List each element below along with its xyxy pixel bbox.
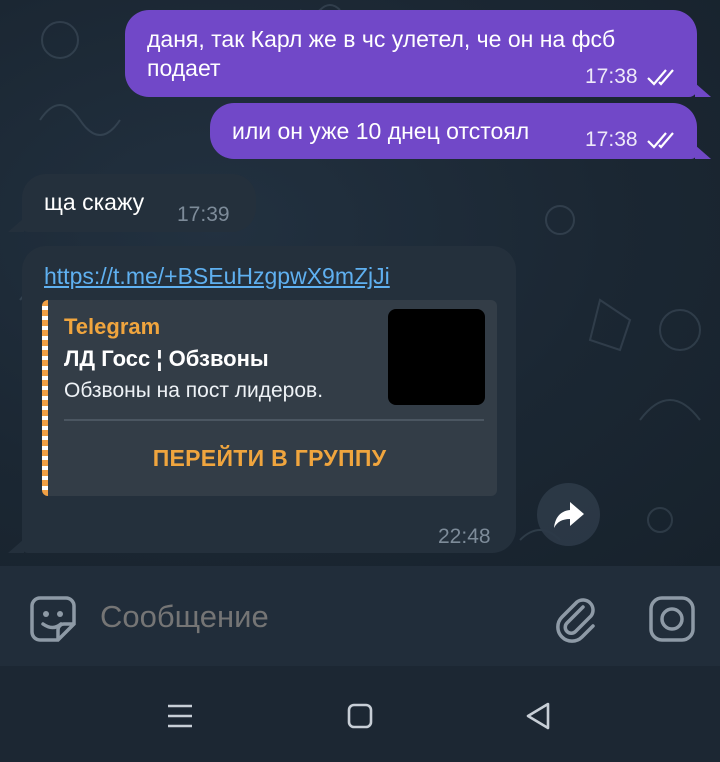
bubble-tail — [695, 83, 711, 97]
message-text: или он уже 10 днец отстоял — [232, 118, 530, 144]
join-group-button[interactable]: ПЕРЕЙТИ В ГРУППУ — [42, 421, 497, 496]
double-check-icon — [646, 68, 674, 86]
home-button[interactable] — [340, 698, 380, 734]
message-time: 17:38 — [585, 65, 638, 88]
share-button[interactable] — [537, 483, 600, 546]
message-input[interactable] — [100, 599, 520, 635]
message-text-line: даня, так Карл же в чс улетел, че он на … — [147, 26, 616, 52]
incoming-message[interactable]: ща скажу 17:39 — [22, 174, 256, 232]
message-time: 17:38 — [585, 128, 638, 151]
home-icon — [347, 703, 373, 729]
invite-link[interactable]: https://t.me/+BSEuHzgpwX9mZjJi — [44, 262, 390, 291]
outgoing-message[interactable]: даня, так Карл же в чс улетел, че он на … — [125, 10, 697, 97]
outgoing-message[interactable]: или он уже 10 днец отстоял 17:38 — [210, 103, 697, 159]
bubble-tail — [8, 218, 24, 232]
share-arrow-icon — [553, 501, 584, 528]
back-button[interactable] — [518, 698, 558, 734]
preview-site-name: Telegram — [64, 314, 161, 339]
sticker-emoji-icon — [30, 596, 76, 642]
message-meta: 17:38 — [585, 62, 680, 91]
message-composer — [0, 566, 720, 666]
bubble-tail — [8, 539, 24, 553]
message-meta: 22:48 — [438, 522, 491, 551]
back-icon — [526, 702, 550, 730]
message-text: ща скажу — [44, 189, 145, 215]
recent-apps-button[interactable] — [160, 698, 200, 734]
chat-area[interactable]: даня, так Карл же в чс улетел, че он на … — [0, 0, 720, 566]
recent-apps-icon — [168, 704, 192, 728]
link-preview-card[interactable]: Telegram ЛД Госс ¦ Обзвоны Обзвоны на по… — [42, 300, 497, 496]
double-check-icon — [646, 131, 674, 149]
system-navigation-bar — [0, 666, 720, 762]
preview-thumbnail — [388, 309, 485, 405]
bubble-tail — [695, 145, 711, 159]
incoming-link-message[interactable]: https://t.me/+BSEuHzgpwX9mZjJi Telegram … — [22, 246, 516, 553]
message-meta: 17:39 — [177, 200, 230, 229]
message-time: 17:39 — [177, 203, 230, 226]
preview-description: Обзвоны на пост лидеров. — [64, 379, 324, 402]
emoji-button[interactable] — [28, 594, 78, 644]
preview-title: ЛД Госс ¦ Обзвоны — [64, 346, 269, 371]
camera-icon — [649, 596, 695, 642]
message-time: 22:48 — [438, 525, 491, 548]
attach-button[interactable] — [552, 594, 602, 644]
camera-button[interactable] — [645, 594, 699, 644]
paperclip-icon — [556, 598, 595, 643]
message-meta: 17:38 — [585, 125, 680, 154]
